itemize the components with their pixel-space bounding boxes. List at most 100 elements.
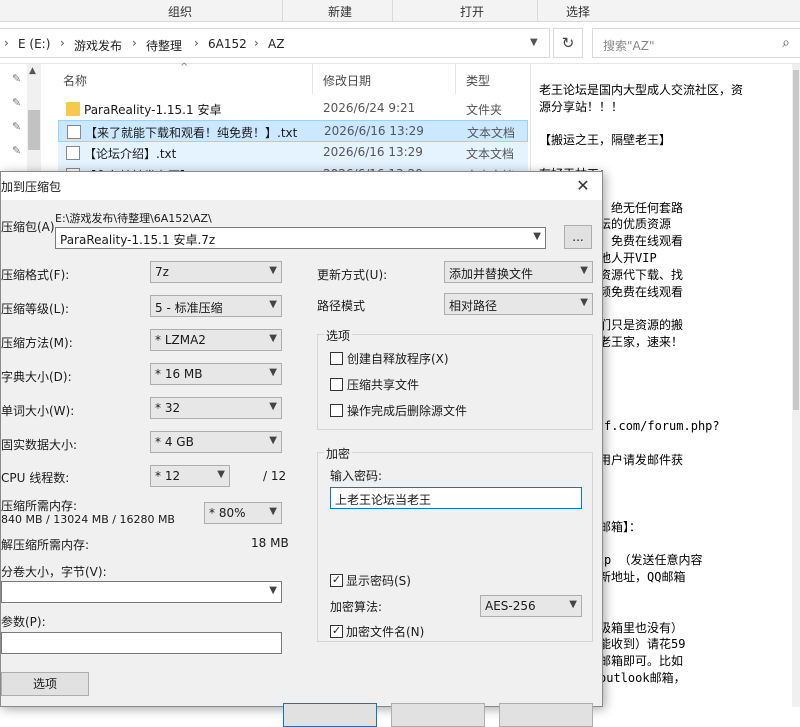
memory-percent-select[interactable]: * 80% ▼ <box>204 502 282 524</box>
delete-source-label[interactable]: 操作完成后删除源文件 <box>347 402 467 419</box>
shared-files-label[interactable]: 压缩共享文件 <box>347 376 419 393</box>
method-select[interactable]: * LZMA2 ▼ <box>150 329 282 351</box>
ribbon-group-new[interactable]: 新建 <box>328 3 352 20</box>
ribbon-divider <box>282 0 283 22</box>
options-group: 选项 创建自释放程序(X) 压缩共享文件 操作完成后删除源文件 <box>317 327 593 430</box>
chevron-down-icon[interactable]: ▼ <box>530 37 538 48</box>
file-name: ParaReality-1.15.1 安卓 <box>84 103 222 117</box>
chevron-right-icon: › <box>60 36 65 50</box>
dialog-title: 加到压缩包 <box>1 180 62 194</box>
dictionary-select[interactable]: * 16 MB ▼ <box>150 363 282 385</box>
address-bar[interactable]: › E (E:) › 游戏发布 › 待整理 › 6A152 › AZ ▼ <box>0 28 550 58</box>
breadcrumb-drive[interactable]: E (E:) <box>18 37 50 51</box>
breadcrumb-item[interactable]: AZ <box>268 37 284 51</box>
file-row[interactable]: 【来了就能下载和观看！纯免费！】.txt 2026/6/16 13:29 文本文… <box>58 120 528 142</box>
show-password-label[interactable]: 显示密码(S) <box>346 572 411 589</box>
encrypt-names-checkbox[interactable]: ✓ <box>330 625 343 638</box>
file-type: 文本文档 <box>466 147 515 161</box>
threads-total: / 12 <box>263 469 287 483</box>
sort-ascending-icon: ^ <box>180 62 189 73</box>
file-date: 2026/6/16 13:29 <box>323 145 423 159</box>
encrypt-names-label[interactable]: 加密文件名(N) <box>346 623 424 640</box>
sfx-checkbox[interactable] <box>330 352 343 365</box>
chevron-down-icon: ▼ <box>269 265 277 276</box>
column-header-name[interactable]: 名称 <box>63 72 87 89</box>
solid-size-label: 固实数据大小: <box>1 438 78 452</box>
preview-line: 源分享站！！！ <box>539 99 624 114</box>
file-date: 2026/6/16 13:29 <box>324 124 424 138</box>
shared-files-checkbox[interactable] <box>330 378 343 391</box>
browse-button[interactable]: ... <box>564 225 592 249</box>
options-button[interactable]: 选项 <box>1 672 89 696</box>
preview-line: 老王论坛是国内大型成人交流社区，资 <box>539 83 744 97</box>
parameters-input[interactable] <box>1 632 282 654</box>
column-header-type[interactable]: 类型 <box>466 72 490 89</box>
ribbon-divider <box>392 0 393 22</box>
update-mode-select[interactable]: 添加并替换文件 ▼ <box>444 261 593 283</box>
chevron-down-icon: ▼ <box>269 401 277 412</box>
password-input[interactable]: 上老王论坛当老王 <box>330 487 582 509</box>
chevron-right-icon: › <box>132 36 137 50</box>
method-value: * LZMA2 <box>155 333 206 347</box>
show-password-checkbox[interactable]: ✓ <box>330 574 343 587</box>
chevron-down-icon: ▼ <box>569 599 577 610</box>
word-size-select[interactable]: * 32 ▼ <box>150 397 282 419</box>
ribbon: 组织 新建 打开 选择 <box>0 0 800 22</box>
chevron-up-icon[interactable]: ▲ <box>29 66 36 76</box>
volume-size-combo[interactable]: ▼ <box>1 581 282 603</box>
file-row[interactable]: ParaReality-1.15.1 安卓 2026/6/24 9:21 文件夹 <box>58 98 528 120</box>
archive-name-combo[interactable]: ParaReality-1.15.1 安卓.7z ▼ <box>55 227 546 249</box>
address-row: › E (E:) › 游戏发布 › 待整理 › 6A152 › AZ ▼ ↻ 搜… <box>0 22 800 64</box>
chevron-down-icon: ▼ <box>580 265 588 276</box>
chevron-down-icon: ▼ <box>269 367 277 378</box>
memory-percent-value: * 80% <box>209 506 246 520</box>
compress-memory-label: 压缩所需内存: <box>1 499 78 513</box>
column-divider[interactable] <box>312 64 313 94</box>
nav-scrollbar-thumb[interactable] <box>28 110 40 150</box>
solid-size-select[interactable]: * 4 GB ▼ <box>150 431 282 453</box>
ribbon-group-organize[interactable]: 组织 <box>168 3 192 20</box>
preview-scrollbar-thumb[interactable] <box>793 70 799 410</box>
chevron-down-icon: ▼ <box>217 469 225 480</box>
file-type: 文件夹 <box>466 103 503 117</box>
level-label: 压缩等级(L): <box>1 302 70 316</box>
parameters-label: 参数(P): <box>1 615 46 629</box>
sfx-label[interactable]: 创建自释放程序(X) <box>347 350 449 367</box>
delete-source-checkbox[interactable] <box>330 404 343 417</box>
chevron-down-icon: ▼ <box>269 299 277 310</box>
chevron-down-icon[interactable]: ▼ <box>269 585 277 596</box>
file-list: 名称 ^ 修改日期 类型 ParaReality-1.15.1 安卓 2026/… <box>50 62 530 186</box>
threads-select[interactable]: * 12 ▼ <box>150 465 230 487</box>
add-to-archive-dialog: 加到压缩包 ✕ 压缩包(A) E:\游戏发布\待整理\6A152\AZ\ Par… <box>0 171 603 727</box>
format-select[interactable]: 7z ▼ <box>150 261 282 283</box>
breadcrumb-item[interactable]: 待整理 <box>146 37 182 54</box>
decompress-memory-label: 解压缩所需内存: <box>1 538 90 552</box>
breadcrumb-item[interactable]: 6A152 <box>208 37 247 51</box>
file-row[interactable]: 【论坛介绍】.txt 2026/6/16 13:29 文本文档 <box>58 142 528 164</box>
dialog-titlebar[interactable]: 加到压缩包 ✕ <box>1 172 602 200</box>
chevron-right-icon: › <box>4 36 9 50</box>
chevron-down-icon[interactable]: ▼ <box>533 231 541 242</box>
column-divider[interactable] <box>455 64 456 94</box>
close-icon[interactable]: ✕ <box>572 175 594 197</box>
search-input[interactable]: 搜索"AZ" ⌕ <box>592 28 800 58</box>
format-value: 7z <box>155 265 169 279</box>
path-mode-select[interactable]: 相对路径 ▼ <box>444 293 593 315</box>
chevron-right-icon: › <box>194 36 199 50</box>
method-label: 压缩方法(M): <box>1 336 73 350</box>
ribbon-group-open[interactable]: 打开 <box>460 3 484 20</box>
chevron-down-icon: ▼ <box>269 506 277 517</box>
folder-icon <box>66 102 80 116</box>
encryption-method-select[interactable]: AES-256 ▼ <box>480 595 582 617</box>
ribbon-group-select[interactable]: 选择 <box>566 3 590 20</box>
ribbon-divider <box>537 0 538 22</box>
search-icon: ⌕ <box>782 35 790 51</box>
word-size-value: * 32 <box>155 401 181 415</box>
breadcrumb-item[interactable]: 游戏发布 <box>74 37 122 54</box>
level-select[interactable]: 5 - 标准压缩 ▼ <box>150 295 282 317</box>
column-header-date[interactable]: 修改日期 <box>323 72 371 89</box>
refresh-icon: ↻ <box>561 34 575 52</box>
update-mode-value: 添加并替换文件 <box>449 267 534 281</box>
refresh-button[interactable]: ↻ <box>553 28 583 58</box>
pin-icon: ✎ <box>12 144 22 157</box>
